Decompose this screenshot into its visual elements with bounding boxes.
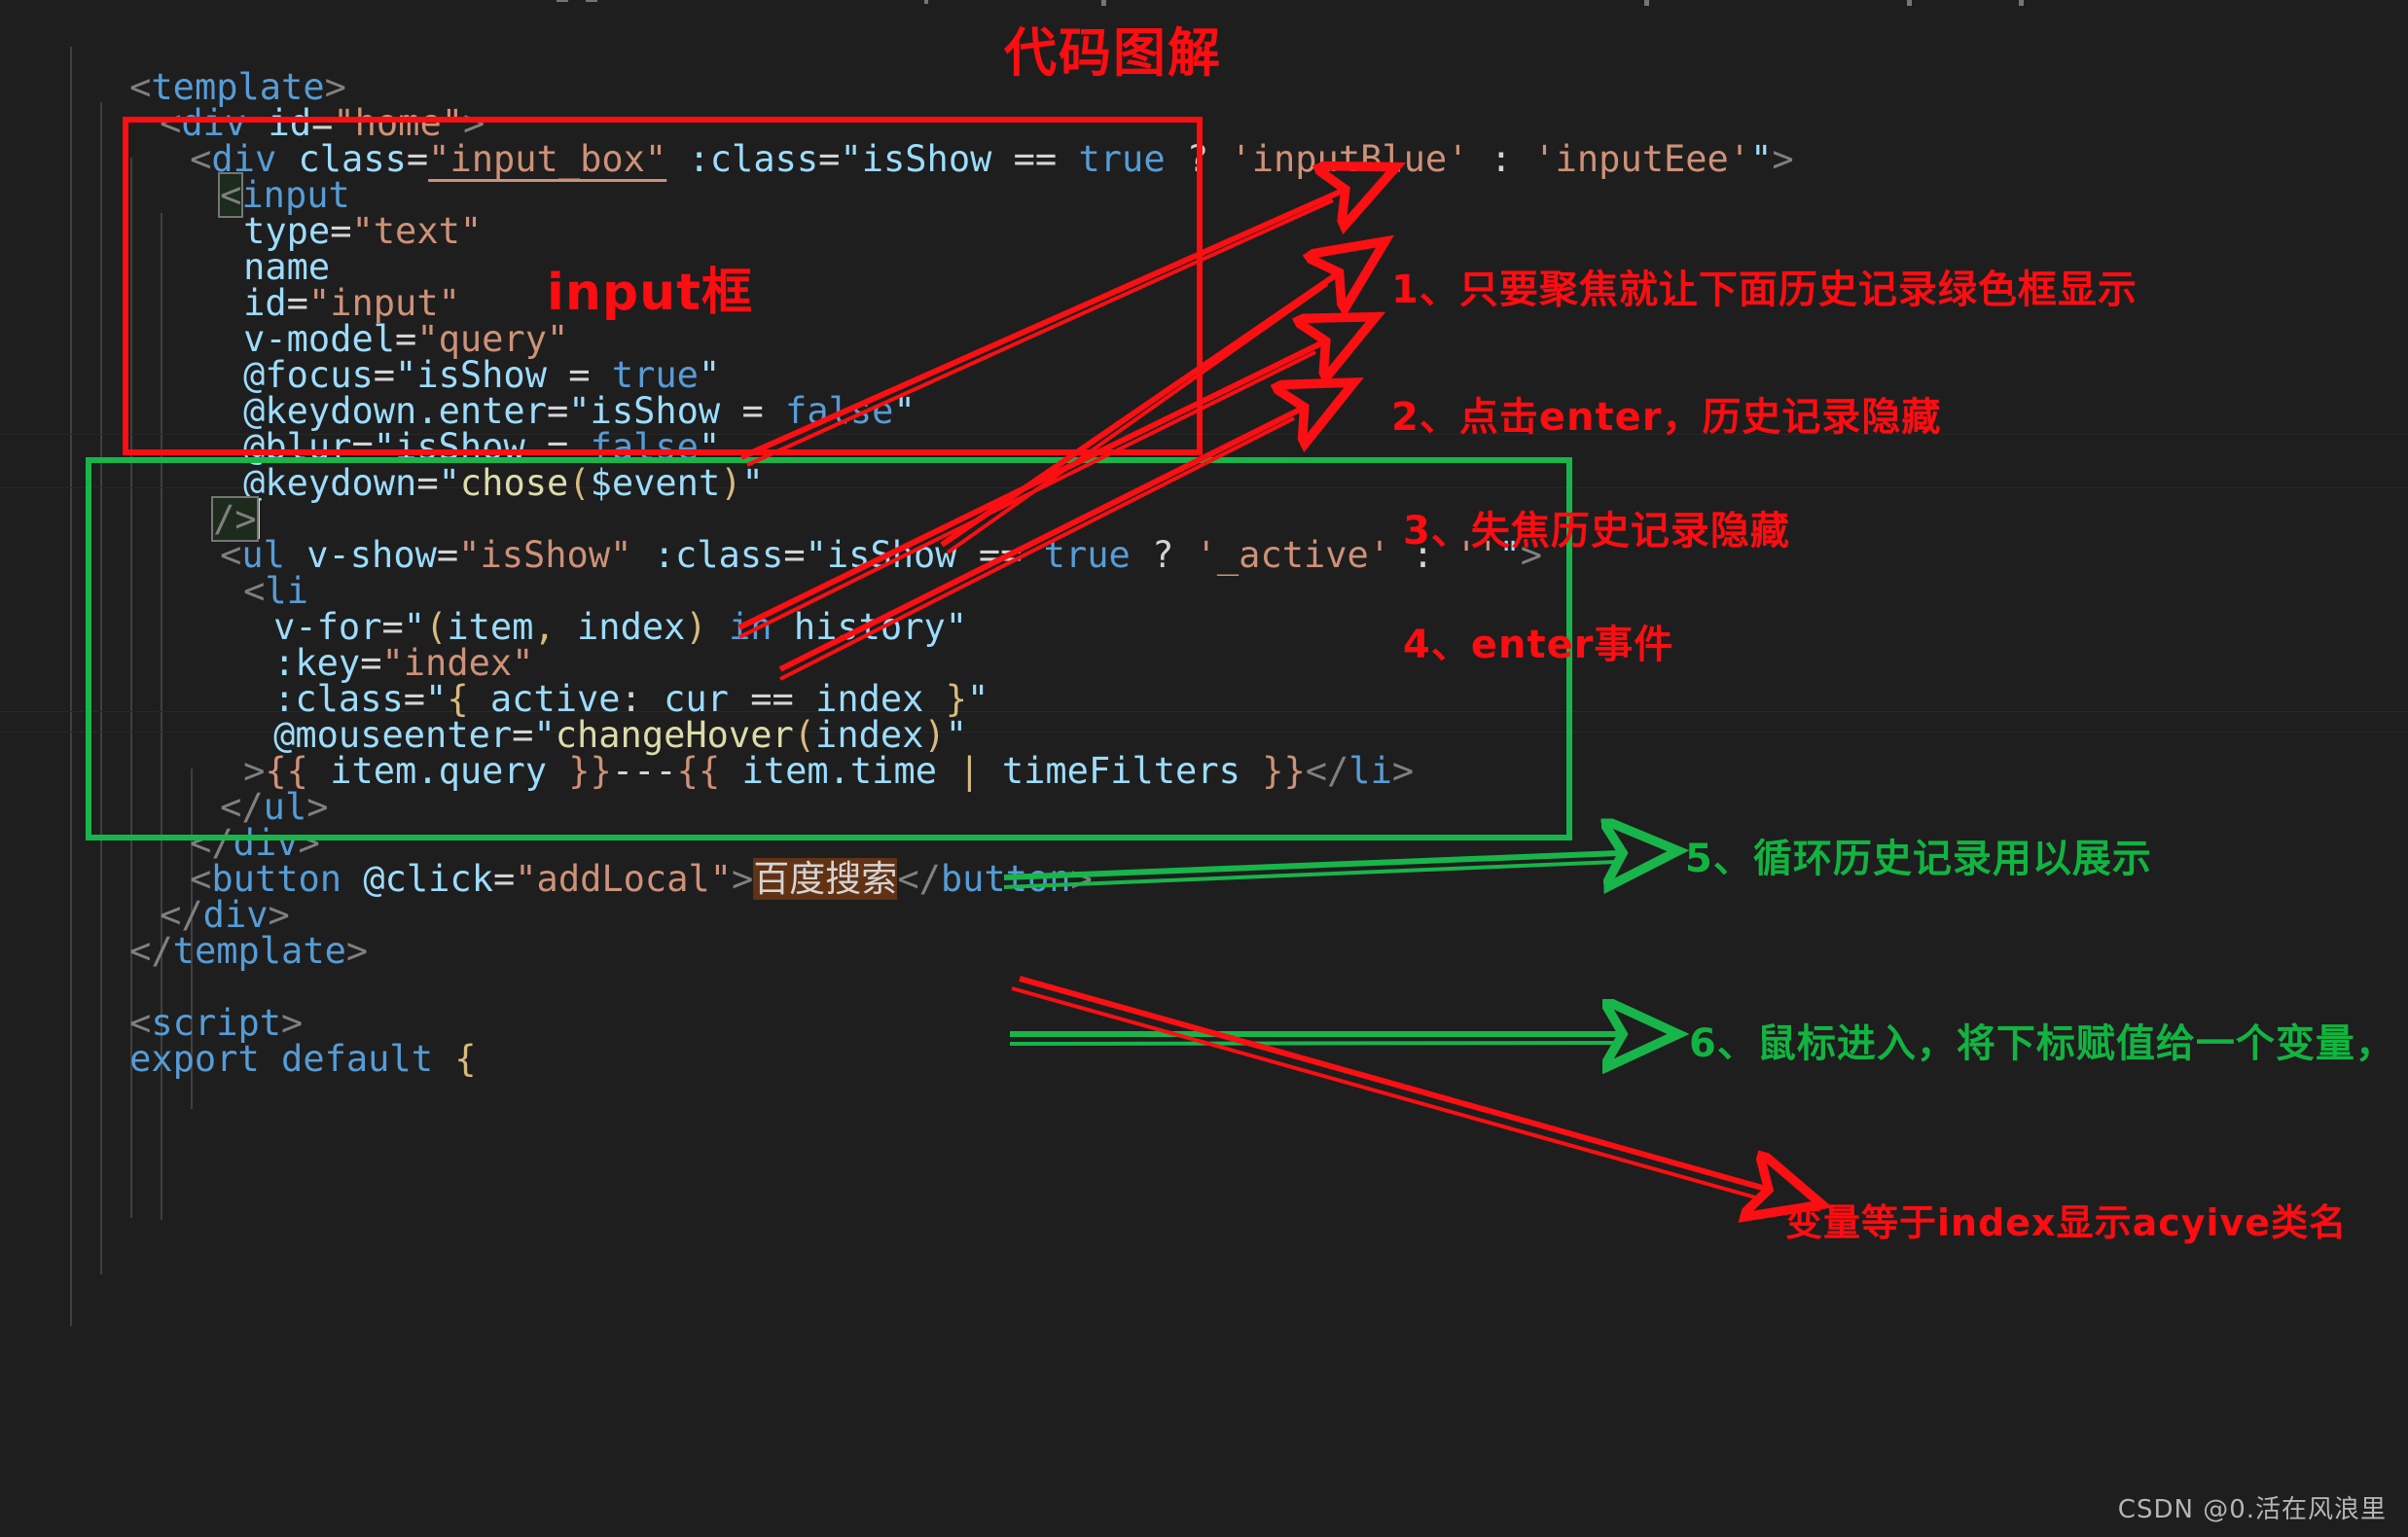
note-3-text: 失焦历史记录隐藏 [1470,509,1790,554]
code-line-export-default[interactable]: export default { [43,976,476,1142]
bottom-note: 变量等于index显示acyive类名 [1785,1201,2348,1244]
note-3-number: 3、 [1403,509,1471,554]
note-4-text: enter事件 [1470,623,1674,667]
note-2-text: 点击enter，历史记录隐藏 [1458,395,1942,440]
note-4-number: 4、 [1403,623,1471,667]
note-3: 3、失焦历史记录隐藏 [1403,499,1790,555]
arrow-to-note-5 [1003,853,1620,887]
note-1-text: 只要聚焦就让下面历史记录绿色框显示 [1458,268,2138,312]
code-editor-canvas[interactable]: <template> <div id="home"> <div class="i… [0,0,2408,1537]
note-6: 6、鼠标进入，将下标赋值给一个变量， [1689,1012,2395,1068]
note-1-number: 1、 [1391,268,1459,312]
note-2-number: 2、 [1391,395,1459,440]
selected-text[interactable]: 百度搜索 [753,858,898,900]
input-box-label: input框 [547,264,753,322]
note-6-text: 鼠标进入，将下标赋值给一个变量， [1756,1021,2395,1066]
note-5: 5、循环历史记录用以展示 [1685,827,2152,883]
note-6-number: 6、 [1689,1021,1757,1066]
arrow-to-note-6 [1009,1034,1620,1044]
note-5-text: 循环历史记录用以展示 [1752,837,2152,881]
csdn-watermark: CSDN @0.活在风浪里 [2117,1495,2387,1524]
arrow-to-bottom-note [1011,976,1766,1198]
note-1: 1、只要聚焦就让下面历史记录绿色框显示 [1391,258,2138,314]
note-2: 2、点击enter，历史记录隐藏 [1391,385,1941,442]
note-5-number: 5、 [1685,837,1753,881]
scrolled-line-sliver [0,0,2408,10]
diagram-title: 代码图解 [1004,22,1222,84]
note-4: 4、enter事件 [1403,613,1673,669]
